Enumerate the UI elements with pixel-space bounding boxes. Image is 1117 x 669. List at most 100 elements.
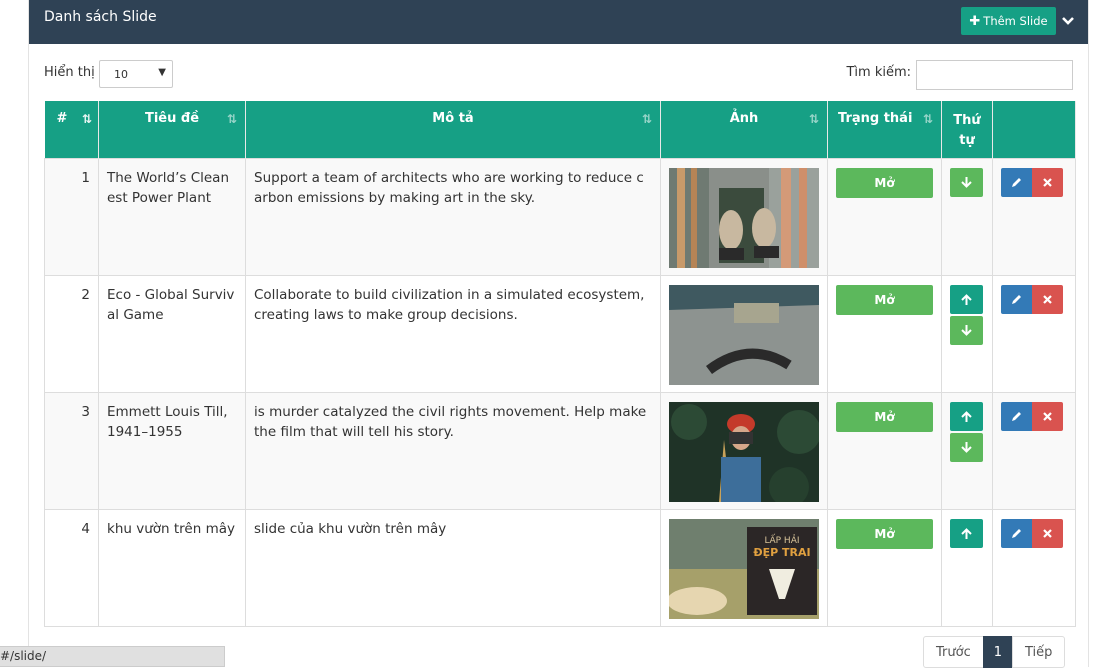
arrow-up-icon	[961, 293, 972, 305]
caret-down-icon: ▼	[158, 67, 166, 78]
arrow-down-icon	[961, 324, 972, 336]
pencil-icon	[1012, 177, 1021, 187]
row-image-cell: LẤP HẢI ĐẸP TRAI	[660, 508, 828, 627]
delete-button[interactable]	[1032, 401, 1063, 431]
row-actions-cell	[992, 157, 1076, 276]
pencil-icon	[1012, 294, 1021, 304]
row-title: khu vườn trên mây	[98, 508, 246, 627]
row-actions-cell	[992, 274, 1076, 393]
row-order-cell	[941, 157, 993, 276]
row-order-cell	[941, 391, 993, 510]
arrow-down-icon	[961, 176, 972, 188]
pagination-page[interactable]: 1	[982, 636, 1013, 668]
delete-button[interactable]	[1032, 284, 1063, 314]
arrow-up-icon	[961, 410, 972, 422]
row-status-cell: Mở	[827, 157, 942, 276]
status-toggle-button[interactable]: Mở	[836, 167, 933, 198]
status-toggle-button[interactable]: Mở	[836, 518, 933, 549]
row-number: 2	[44, 274, 99, 393]
search-input[interactable]	[916, 60, 1073, 90]
row-status-cell: Mở	[827, 508, 942, 627]
delete-button[interactable]	[1032, 167, 1063, 197]
arrow-down-icon	[961, 441, 972, 453]
move-up-button[interactable]	[950, 401, 983, 431]
plus-icon: ✚	[969, 13, 981, 29]
add-slide-label: Thêm Slide	[983, 14, 1048, 28]
move-down-button[interactable]	[950, 315, 983, 345]
row-status-cell: Mở	[827, 391, 942, 510]
edit-button[interactable]	[1001, 401, 1032, 431]
sort-icon: ⇅	[226, 112, 237, 126]
status-toggle-button[interactable]: Mở	[836, 284, 933, 315]
row-title: The World’s Cleanest Power Plant	[98, 157, 246, 276]
row-actions-cell	[992, 391, 1076, 510]
col-header-description[interactable]: Mô tả ⇅	[245, 101, 661, 158]
add-slide-button[interactable]: ✚ Thêm Slide	[961, 7, 1056, 35]
row-description: is murder catalyzed the civil rights mov…	[245, 391, 661, 510]
pencil-icon	[1012, 528, 1021, 538]
col-header-actions	[992, 101, 1076, 158]
pencil-icon	[1012, 411, 1021, 421]
pagination-prev[interactable]: Trước	[923, 636, 984, 668]
row-order-cell	[941, 274, 993, 393]
sort-icon: ⇅	[641, 112, 652, 126]
edit-button[interactable]	[1001, 284, 1032, 314]
book-title-line2: ĐẸP TRAI	[753, 546, 810, 559]
table-row: 4 khu vườn trên mây slide của khu vườn t…	[44, 508, 1076, 627]
move-up-button[interactable]	[950, 518, 983, 548]
row-title: Eco - Global Survival Game	[98, 274, 246, 393]
table-row: 2 Eco - Global Survival Game Collaborate…	[44, 274, 1076, 393]
arrow-up-icon	[961, 527, 972, 539]
row-actions-cell	[992, 508, 1076, 627]
slide-table: # ⇅ Tiêu đề ⇅ Mô tả ⇅ Ảnh ⇅ Trạng thái ⇅…	[44, 101, 1076, 627]
status-toggle-button[interactable]: Mở	[836, 401, 933, 432]
move-down-button[interactable]	[950, 167, 983, 197]
edit-button[interactable]	[1001, 167, 1032, 197]
browser-status-bar: #/slide/	[0, 646, 225, 667]
chevron-down-icon[interactable]	[1061, 14, 1075, 28]
col-header-image[interactable]: Ảnh ⇅	[660, 101, 828, 158]
close-icon	[1043, 528, 1052, 538]
edit-button[interactable]	[1001, 518, 1032, 548]
row-description: Support a team of architects who are wor…	[245, 157, 661, 276]
close-icon	[1043, 294, 1052, 304]
page-size-value: 10	[114, 68, 128, 81]
row-title: Emmett Louis Till, 1941–1955	[98, 391, 246, 510]
move-down-button[interactable]	[950, 432, 983, 462]
sort-asc-icon: ⇅	[81, 112, 92, 126]
search-label: Tìm kiếm:	[846, 65, 911, 80]
book-title-line1: LẤP HẢI	[764, 534, 799, 546]
delete-button[interactable]	[1032, 518, 1063, 548]
sort-icon: ⇅	[808, 112, 819, 126]
close-icon	[1043, 411, 1052, 421]
pagination-next[interactable]: Tiếp	[1012, 636, 1066, 668]
table-row: 1 The World’s Cleanest Power Plant Suppo…	[44, 157, 1076, 276]
row-order-cell	[941, 508, 993, 627]
slide-thumbnail: LẤP HẢI ĐẸP TRAI	[669, 518, 819, 619]
slide-thumbnail	[669, 167, 819, 268]
col-header-status[interactable]: Trạng thái ⇅	[827, 101, 942, 158]
row-image-cell	[660, 274, 828, 393]
col-header-number[interactable]: # ⇅	[44, 101, 99, 158]
row-status-cell: Mở	[827, 274, 942, 393]
page-size-label: Hiển thị	[44, 65, 95, 80]
row-image-cell	[660, 391, 828, 510]
row-number: 3	[44, 391, 99, 510]
slide-list-panel: Danh sách Slide ✚ Thêm Slide Hiển thị 10…	[28, 0, 1089, 667]
table-row: 3 Emmett Louis Till, 1941–1955 is murder…	[44, 391, 1076, 510]
page-size-select[interactable]: 10 ▼	[99, 60, 173, 88]
panel-title: Danh sách Slide	[44, 9, 157, 25]
slide-thumbnail	[669, 284, 819, 385]
col-header-title[interactable]: Tiêu đề ⇅	[98, 101, 246, 158]
row-description: slide của khu vườn trên mây	[245, 508, 661, 627]
move-up-button[interactable]	[950, 284, 983, 314]
sort-icon: ⇅	[922, 112, 933, 126]
table-header-row: # ⇅ Tiêu đề ⇅ Mô tả ⇅ Ảnh ⇅ Trạng thái ⇅…	[44, 101, 1076, 158]
row-description: Collaborate to build civilization in a s…	[245, 274, 661, 393]
row-number: 4	[44, 508, 99, 627]
panel-header: Danh sách Slide ✚ Thêm Slide	[29, 0, 1088, 44]
close-icon	[1043, 177, 1052, 187]
row-image-cell	[660, 157, 828, 276]
pagination: Trước 1 Tiếp	[923, 636, 1066, 668]
slide-thumbnail	[669, 401, 819, 502]
